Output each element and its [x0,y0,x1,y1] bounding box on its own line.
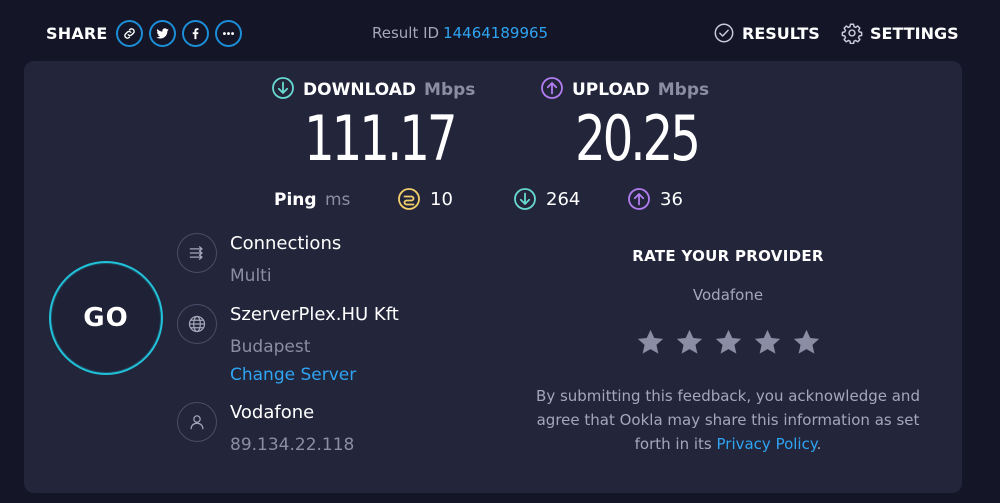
speedtest-page: SHARE Result ID 14464189965 RESULTS SETT… [0,0,1000,503]
download-metric: DOWNLOAD Mbps 111.17 [271,77,497,170]
star-1-icon[interactable] [635,327,666,358]
ping-idle: 10 [397,187,453,211]
upload-arrow-icon [540,76,564,104]
check-circle-icon [714,23,734,43]
isp-ip: 89.134.22.118 [230,435,355,455]
isp-name: Vodafone [230,402,315,423]
rate-provider-name: Vodafone [692,286,764,304]
connections-value: Multi [230,266,272,286]
gear-icon [841,23,863,44]
download-value: 111.17 [304,102,458,175]
result-id-link[interactable]: 14464189965 [443,24,548,42]
upload-value: 20.25 [575,102,701,175]
share-bar: SHARE [46,18,242,48]
rate-title: RATE YOUR PROVIDER [632,247,824,265]
rate-disclaimer: By submitting this feedback, you acknowl… [506,384,950,456]
star-rating [506,327,950,358]
ping-upload: 36 [627,187,683,211]
go-button[interactable]: GO [49,261,163,375]
rate-provider: RATE YOUR PROVIDER Vodafone By submittin… [506,247,950,456]
privacy-policy-link[interactable]: Privacy Policy [717,435,817,453]
link-icon [123,27,135,39]
rate-disclaimer-end: . [816,435,822,453]
ping-idle-value: 10 [430,188,453,210]
star-2-icon[interactable] [674,327,705,358]
results-label: RESULTS [742,23,820,43]
go-label: GO [83,303,129,333]
share-more-button[interactable] [214,19,242,47]
connections-icon[interactable] [177,233,217,273]
result-panel: DOWNLOAD Mbps 111.17 UPLOAD Mbps 20.25 P… [24,61,962,493]
facebook-icon [192,27,198,39]
download-title: DOWNLOAD [303,80,417,100]
star-5-icon[interactable] [791,327,822,358]
star-3-icon[interactable] [713,327,744,358]
download-unit: Mbps [424,80,476,100]
ping-upload-value: 36 [660,188,683,210]
more-icon [222,31,234,35]
settings-button[interactable]: SETTINGS [841,22,959,44]
share-label: SHARE [46,23,108,43]
share-facebook-button[interactable] [181,19,209,47]
result-id: Result ID 14464189965 [372,24,548,42]
server-location: Budapest [230,337,311,357]
upload-metric: UPLOAD Mbps 20.25 [540,77,733,170]
change-server-link[interactable]: Change Server [230,364,399,386]
server-name: SzerverPlex.HU Kft [230,304,399,325]
share-twitter-button[interactable] [148,19,176,47]
ping-label: Ping [274,190,317,210]
user-icon [177,402,217,442]
ping-unit: ms [325,190,351,210]
result-id-label: Result ID [372,24,440,42]
download-arrow-icon [271,76,295,104]
upload-unit: Mbps [657,80,710,100]
idle-latency-icon [398,188,420,210]
settings-label: SETTINGS [870,23,959,43]
ping-download-value: 264 [546,188,581,210]
share-link-button[interactable] [115,19,143,47]
download-latency-icon [514,188,536,210]
star-4-icon[interactable] [752,327,783,358]
twitter-icon [155,27,169,38]
results-button[interactable]: RESULTS [713,22,820,44]
upload-title: UPLOAD [572,80,650,100]
ping-row: Ping ms 10 264 36 [274,185,734,215]
upload-latency-icon [628,188,650,210]
connections-title: Connections [230,233,342,254]
globe-icon [177,304,217,344]
ping-download: 264 [513,187,580,211]
